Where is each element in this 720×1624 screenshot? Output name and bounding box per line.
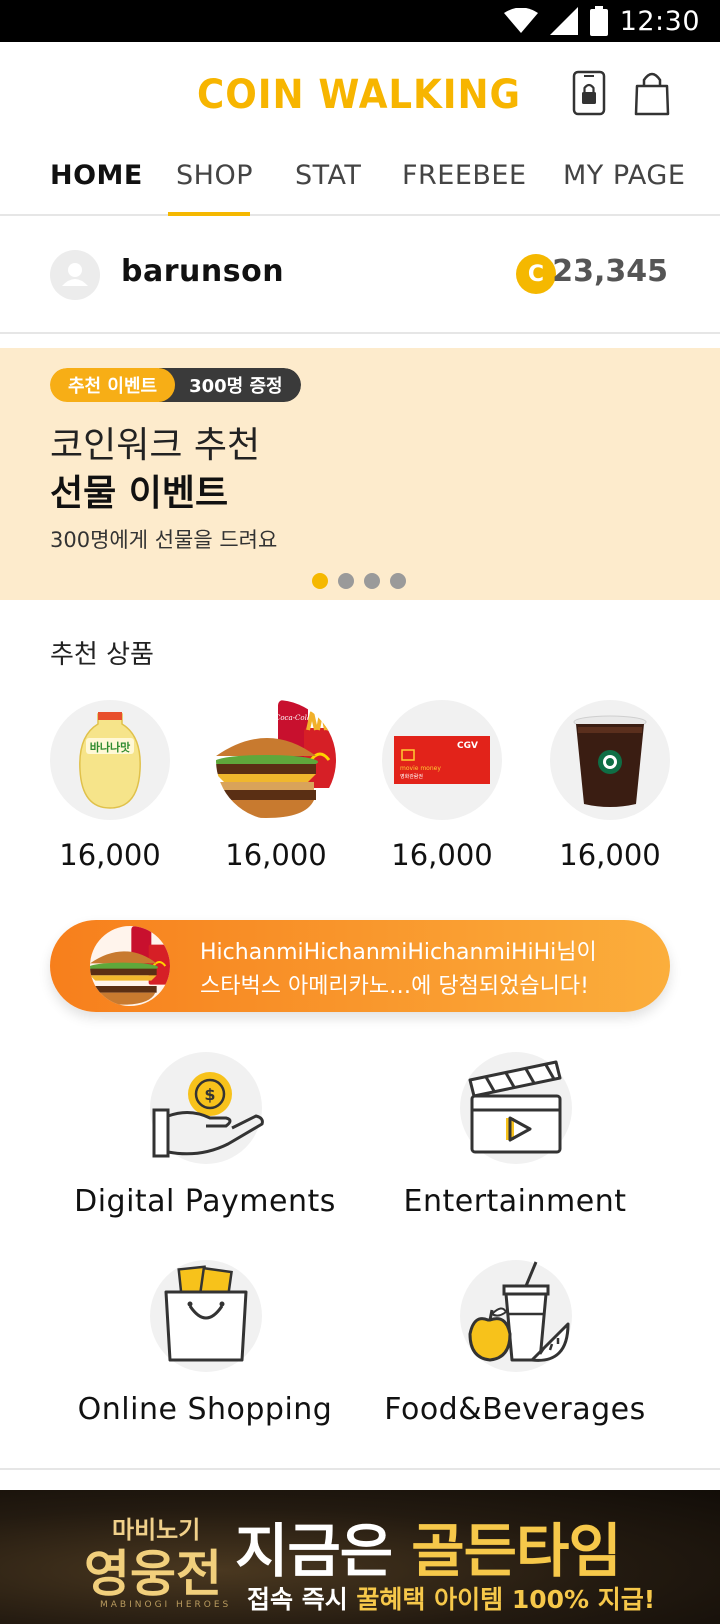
category-label: Digital Payments: [74, 1184, 336, 1219]
user-icon: [62, 263, 88, 286]
category-entertainment[interactable]: Entertainment: [365, 1052, 665, 1232]
ad-headline-gold: 골든타임: [411, 1517, 621, 1585]
product-image-burger: Coca-Cola: [216, 700, 336, 820]
event-banner[interactable]: 추천 이벤트 300명 증정 코인워크 추천 선물 이벤트 300명에게 선물을…: [0, 348, 720, 600]
svg-text:$: $: [204, 1085, 215, 1104]
svg-text:CGV: CGV: [457, 741, 478, 751]
product-image-cgv: CGV movie money 영화관람권: [382, 700, 502, 820]
ad-banner[interactable]: 마비노기 영웅전 MABINOGI HEROES 지금은 골든타임 접속 즉시 …: [0, 1490, 720, 1624]
status-time: 12:30: [619, 5, 700, 37]
svg-text:영화관람권: 영화관람권: [400, 773, 423, 780]
nav-tabs: HOME SHOP STAT FREEBEE MY PAGE: [0, 142, 720, 216]
category-label: Food&Beverages: [384, 1392, 646, 1427]
battery-icon: [589, 6, 608, 36]
ticker-thumbnail: [90, 926, 170, 1006]
burger-icon: [90, 926, 170, 1005]
coin-balance: 23,345: [552, 254, 668, 289]
hand-coin-icon: $: [150, 1052, 264, 1164]
divider: [0, 1468, 720, 1470]
svg-text:movie money: movie money: [400, 765, 441, 772]
tab-my-page[interactable]: MY PAGE: [563, 142, 685, 216]
ad-headline-white: 지금은: [235, 1517, 412, 1585]
product-item[interactable]: CGV movie money 영화관람권 16,000: [382, 700, 502, 880]
banner-badges: 추천 이벤트 300명 증정: [50, 368, 301, 402]
ad-subline-gold: 꿀혜택 아이템 100% 지급!: [356, 1585, 656, 1614]
product-item[interactable]: 바나나맛 16,000: [50, 700, 170, 880]
product-item[interactable]: Coca-Cola 16,000: [216, 700, 336, 880]
tab-home[interactable]: HOME: [50, 142, 143, 216]
shopping-bag-icon: [150, 1260, 262, 1372]
status-bar: 12:30: [0, 0, 720, 42]
category-label: Online Shopping: [77, 1392, 333, 1427]
svg-text:바나나맛: 바나나맛: [90, 740, 130, 754]
carousel-dot[interactable]: [364, 573, 380, 589]
badge-event: 추천 이벤트: [50, 368, 176, 402]
product-item[interactable]: 16,000: [550, 700, 670, 880]
ad-brand-sub: MABINOGI HEROES: [100, 1600, 232, 1610]
ticker-line2: 스타벅스 아메리카노…에 당첨되었습니다!: [200, 974, 589, 999]
wifi-icon: [503, 8, 538, 33]
carousel-dots: [312, 573, 406, 589]
badge-giveaway: 300명 증정: [159, 368, 301, 402]
product-price: 16,000: [559, 838, 661, 872]
status-icons: 12:30: [503, 0, 700, 42]
ad-subline-white: 접속 즉시: [247, 1585, 357, 1614]
coffee-cup-icon: [573, 715, 647, 807]
banner-subtitle: 300명에게 선물을 드려요: [50, 528, 278, 552]
username: barunson: [121, 254, 285, 289]
ad-brand-logo: 영웅전: [84, 1544, 222, 1603]
phone-lock-icon[interactable]: [572, 70, 606, 116]
user-row: barunson C 23,345: [0, 216, 720, 334]
winner-ticker[interactable]: HichanmiHichanmiHichanmiHiHi님이 스타벅스 아메리카…: [50, 920, 670, 1012]
category-digital-payments[interactable]: $ Digital Payments: [55, 1052, 355, 1232]
signal-icon: [549, 7, 578, 35]
coin-walking-logo: COIN WALKING: [197, 72, 521, 114]
svg-text:Coca-Cola: Coca-Cola: [275, 714, 311, 722]
ad-subline: 접속 즉시 꿀혜택 아이템 100% 지급!: [247, 1580, 655, 1616]
category-food-beverages[interactable]: Food&Beverages: [365, 1260, 665, 1440]
product-price: 16,000: [391, 838, 493, 872]
ticker-line1: HichanmiHichanmiHichanmiHiHi님이: [200, 940, 597, 965]
burger-icon: Coca-Cola: [216, 700, 336, 818]
carousel-dot[interactable]: [312, 573, 328, 589]
banana-milk-icon: 바나나맛: [79, 712, 141, 809]
svg-text:COIN WALKING: COIN WALKING: [197, 72, 521, 114]
avatar[interactable]: [50, 250, 100, 300]
banner-title-line2: 선물 이벤트: [50, 473, 229, 514]
app-header: COIN WALKING: [0, 42, 720, 142]
shopping-bag-icon[interactable]: [634, 70, 670, 116]
ad-headline: 지금은 골든타임: [235, 1504, 622, 1588]
product-price: 16,000: [59, 838, 161, 872]
product-list: 바나나맛 16,000 Coca-Cola 16,000 CGV movie m…: [0, 700, 720, 880]
carousel-dot[interactable]: [390, 573, 406, 589]
tab-stat[interactable]: STAT: [295, 142, 361, 216]
product-image-banana-milk: 바나나맛: [50, 700, 170, 820]
product-price: 16,000: [225, 838, 327, 872]
clapperboard-icon: [460, 1052, 572, 1164]
category-online-shopping[interactable]: Online Shopping: [55, 1260, 355, 1440]
product-image-starbucks: [550, 700, 670, 820]
food-drink-icon: [460, 1260, 572, 1372]
banner-title-line1: 코인워크 추천: [50, 425, 261, 466]
tab-freebee[interactable]: FREEBEE: [402, 142, 527, 216]
carousel-dot[interactable]: [338, 573, 354, 589]
category-label: Entertainment: [403, 1184, 627, 1219]
section-title-recommended: 추천 상품: [50, 640, 154, 670]
tab-shop[interactable]: SHOP: [176, 142, 253, 216]
movie-ticket-icon: CGV movie money 영화관람권: [394, 736, 490, 784]
coin-icon: C: [516, 254, 556, 294]
ticker-message: HichanmiHichanmiHichanmiHiHi님이 스타벅스 아메리카…: [200, 936, 660, 1004]
